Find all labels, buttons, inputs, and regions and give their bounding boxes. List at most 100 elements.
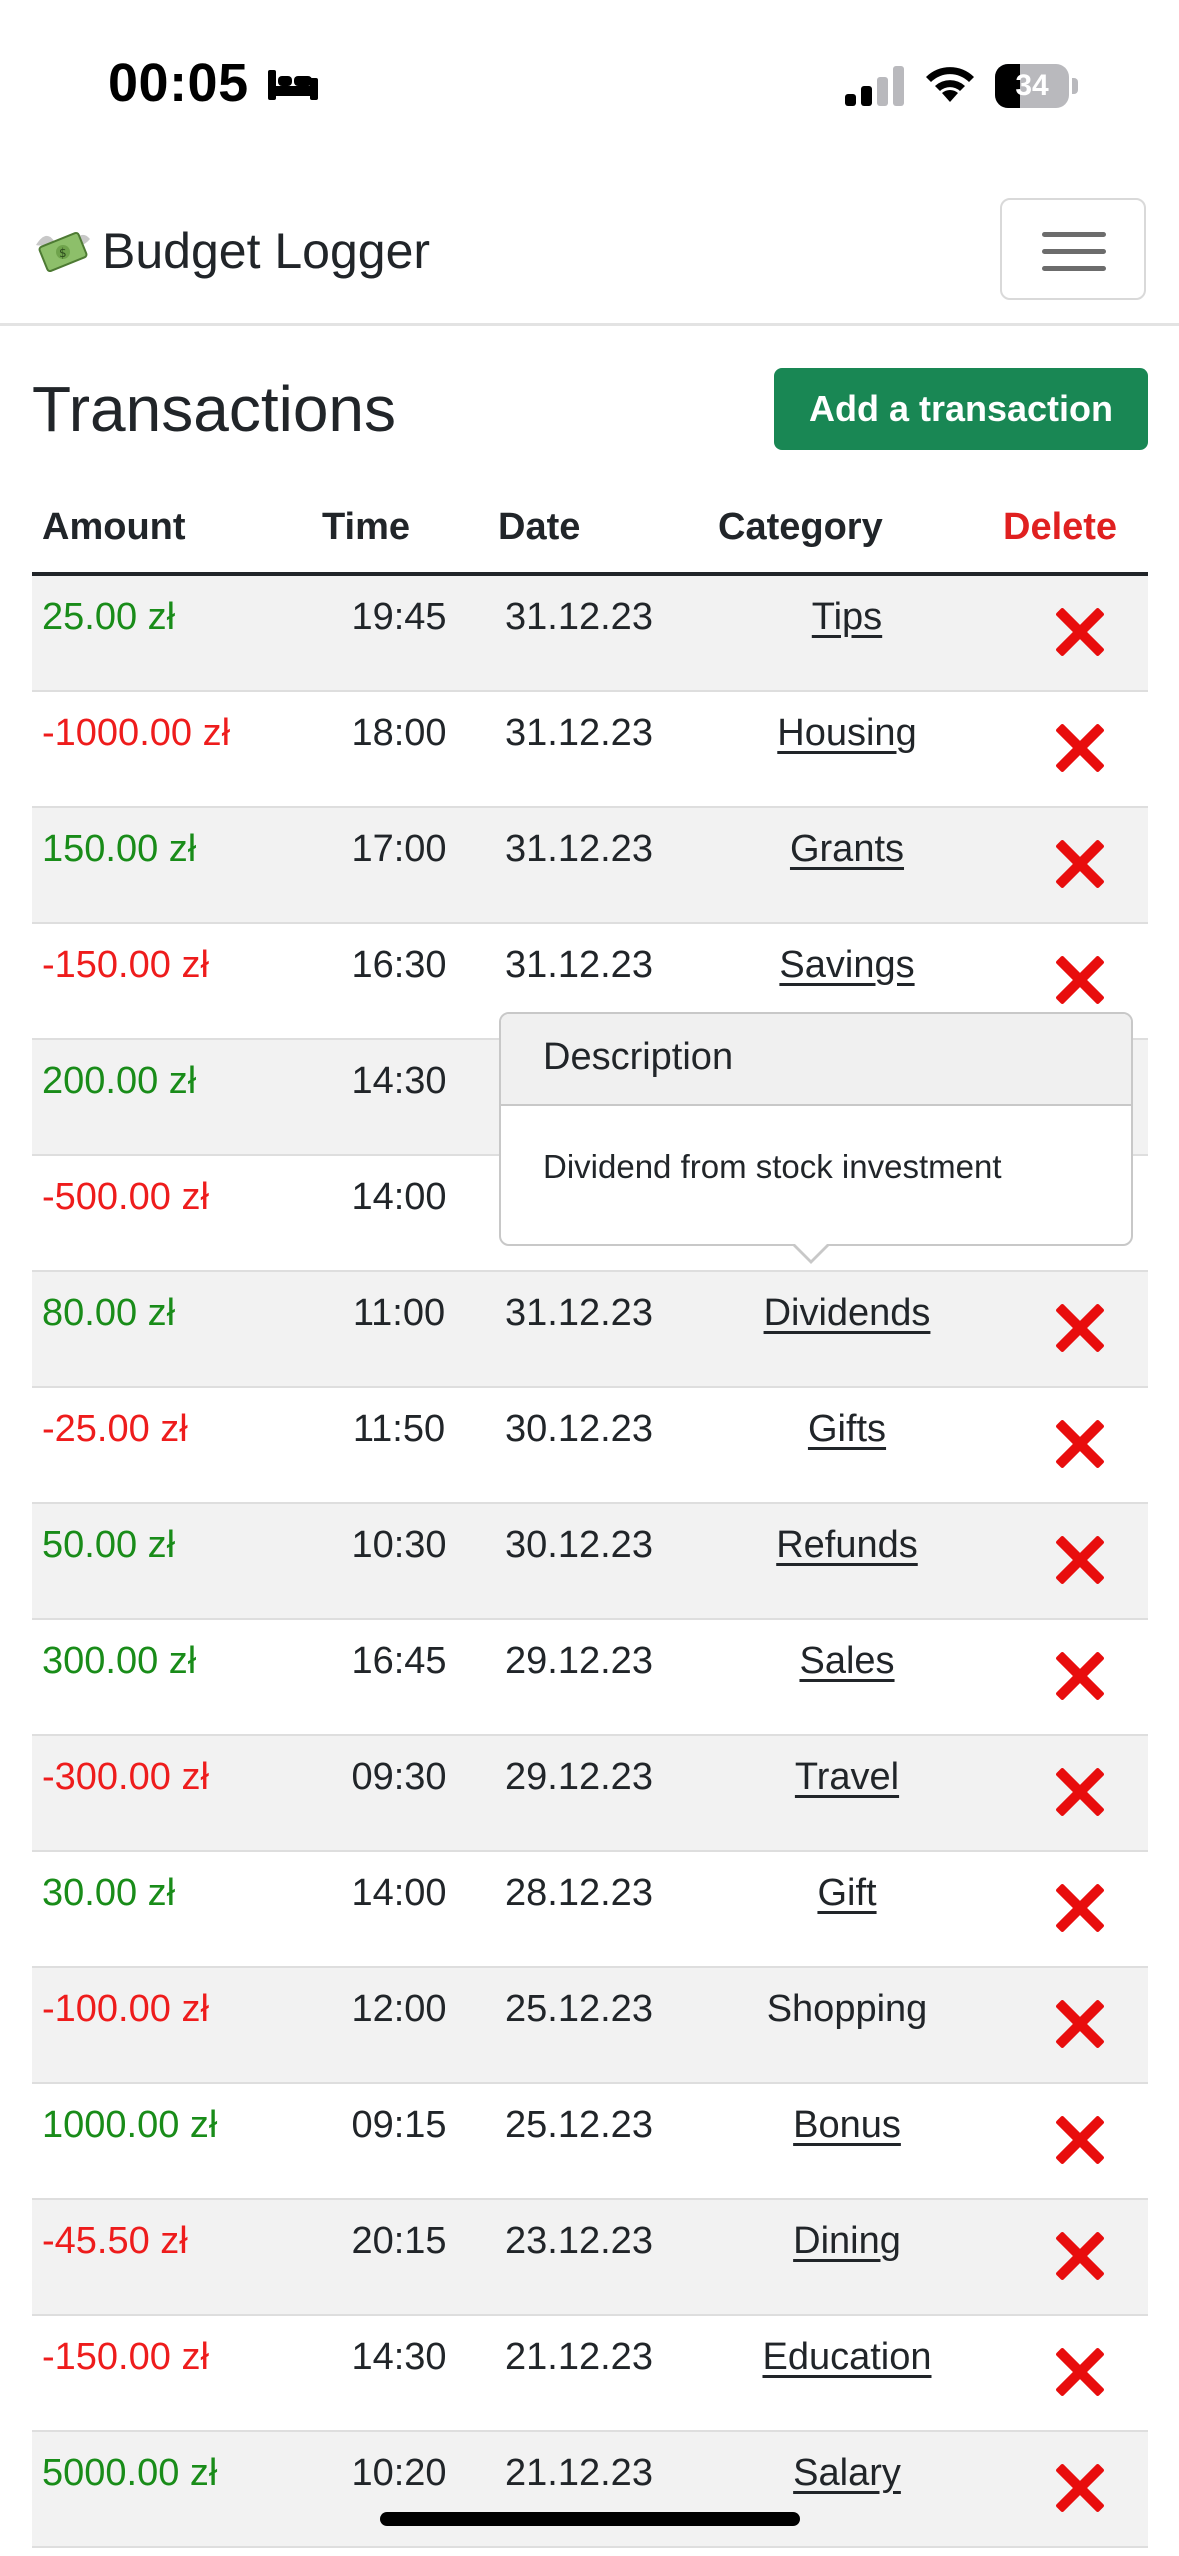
date-cell: 31.12.23 [505,944,653,986]
delete-icon[interactable] [1054,722,1106,774]
date-cell: 28.12.23 [505,1872,653,1914]
category-link[interactable]: Refunds [672,1524,1022,1567]
category-link[interactable]: Grants [672,828,1022,871]
category-link[interactable]: Savings [672,944,1022,987]
cellular-signal-icon [845,66,904,106]
category-link[interactable]: Dividends [672,1292,1022,1335]
delete-icon[interactable] [1054,606,1106,658]
table-row: 50.00 zł 10:30 30.12.23 Refunds [32,1504,1148,1620]
delete-icon[interactable] [1054,2114,1106,2166]
date-cell: 29.12.23 [505,1756,653,1798]
delete-icon[interactable] [1054,2462,1106,2514]
amount-cell: 200.00 zł [42,1060,197,1102]
table-header: Amount Time Date Category Delete [32,496,1148,576]
page-title: Transactions [32,373,396,445]
table-body: 25.00 zł 19:45 31.12.23 Tips -1000.00 zł 18:0… [32,576,1148,2548]
home-indicator[interactable] [380,2512,800,2526]
category-link[interactable]: Bonus [672,2104,1022,2147]
delete-icon[interactable] [1054,1418,1106,1470]
category-link[interactable]: Education [672,2336,1022,2379]
amount-cell: 300.00 zł [42,1640,197,1682]
header-amount: Amount [42,506,186,548]
date-cell: 31.12.23 [505,1292,653,1334]
amount-cell: -150.00 zł [42,944,209,986]
category-link[interactable]: Salary [672,2452,1022,2495]
amount-cell: -150.00 zł [42,2336,209,2378]
table-row: 1000.00 zł 09:15 25.12.23 Bonus [32,2084,1148,2200]
category-cell: Shopping [766,1988,928,2030]
date-cell: 30.12.23 [505,1524,653,1566]
delete-icon[interactable] [1054,1534,1106,1586]
brand-name: Budget Logger [102,223,431,279]
table-row: -150.00 zł 14:30 21.12.23 Education [32,2316,1148,2432]
amount-cell: -1000.00 zł [42,712,231,754]
date-cell: 31.12.23 [505,712,653,754]
popover-title: Description [501,1014,1131,1106]
popover-body: Dividend from stock investment [543,1148,1002,1185]
description-popover: Description Dividend from stock investme… [499,1012,1133,1264]
status-bar: 00:05 34 [0,0,1179,170]
popover-arrow [791,1242,831,1264]
date-cell: 21.12.23 [505,2452,653,2494]
amount-cell: 25.00 zł [42,596,176,638]
date-cell: 23.12.23 [505,2220,653,2262]
date-cell: 30.12.23 [505,1408,653,1450]
category-link[interactable]: Sales [672,1640,1022,1683]
delete-icon[interactable] [1054,1766,1106,1818]
amount-cell: 50.00 zł [42,1524,176,1566]
table-row: 80.00 zł 11:00 31.12.23 Dividends [32,1272,1148,1388]
date-cell: 21.12.23 [505,2336,653,2378]
delete-icon[interactable] [1054,1998,1106,2050]
header-category: Category [718,506,883,548]
amount-cell: 80.00 zł [42,1292,176,1334]
wifi-icon [926,67,974,102]
money-with-wings-icon: $ [36,231,90,273]
header-delete: Delete [1003,506,1118,548]
battery-level: 34 [1015,69,1049,102]
navbar: $ Budget Logger [0,170,1179,326]
amount-cell: -45.50 zł [42,2220,188,2262]
amount-cell: -500.00 zł [42,1176,209,1218]
category-link[interactable]: Gifts [672,1408,1022,1451]
amount-cell: -100.00 zł [42,1988,209,2030]
table-row: -1000.00 zł 18:00 31.12.23 Housing [32,692,1148,808]
battery-icon: 34 [995,64,1078,108]
date-cell: 25.12.23 [505,1988,653,2030]
amount-cell: 5000.00 zł [42,2452,218,2494]
delete-icon[interactable] [1054,2346,1106,2398]
date-cell: 29.12.23 [505,1640,653,1682]
table-row: -45.50 zł 20:15 23.12.23 Dining [32,2200,1148,2316]
add-transaction-button[interactable]: Add a transaction [774,368,1148,450]
amount-cell: 150.00 zł [42,828,197,870]
table-row: -25.00 zł 11:50 30.12.23 Gifts [32,1388,1148,1504]
date-cell: 25.12.23 [505,2104,653,2146]
delete-icon[interactable] [1054,1302,1106,1354]
header-date: Date [498,506,581,548]
svg-text:$: $ [59,246,67,260]
category-link[interactable]: Travel [672,1756,1022,1799]
amount-cell: 1000.00 zł [42,2104,218,2146]
table-row: -100.00 zł 12:00 25.12.23 Shopping [32,1968,1148,2084]
menu-toggle-button[interactable] [1000,198,1146,300]
brand-link[interactable]: $ Budget Logger [32,222,430,280]
delete-icon[interactable] [1054,838,1106,890]
table-row: 300.00 zł 16:45 29.12.23 Sales [32,1620,1148,1736]
delete-icon[interactable] [1054,1882,1106,1934]
amount-cell: -300.00 zł [42,1756,209,1798]
delete-icon[interactable] [1054,2230,1106,2282]
category-link[interactable]: Tips [672,596,1022,639]
table-row: -300.00 zł 09:30 29.12.23 Travel [32,1736,1148,1852]
table-row: 5000.00 zł 10:20 21.12.23 Salary [32,2432,1148,2548]
sleep-focus-icon [268,70,318,100]
category-link[interactable]: Housing [672,712,1022,755]
table-row: 25.00 zł 19:45 31.12.23 Tips [32,576,1148,692]
transactions-table: Amount Time Date Category Delete 25.00 z… [32,496,1148,2548]
delete-icon[interactable] [1054,954,1106,1006]
category-link[interactable]: Dining [672,2220,1022,2263]
amount-cell: 30.00 zł [42,1872,176,1914]
status-time: 00:05 [108,53,249,113]
delete-icon[interactable] [1054,1650,1106,1702]
table-row: 30.00 zł 14:00 28.12.23 Gift [32,1852,1148,1968]
table-row: 150.00 zł 17:00 31.12.23 Grants [32,808,1148,924]
category-link[interactable]: Gift [672,1872,1022,1915]
